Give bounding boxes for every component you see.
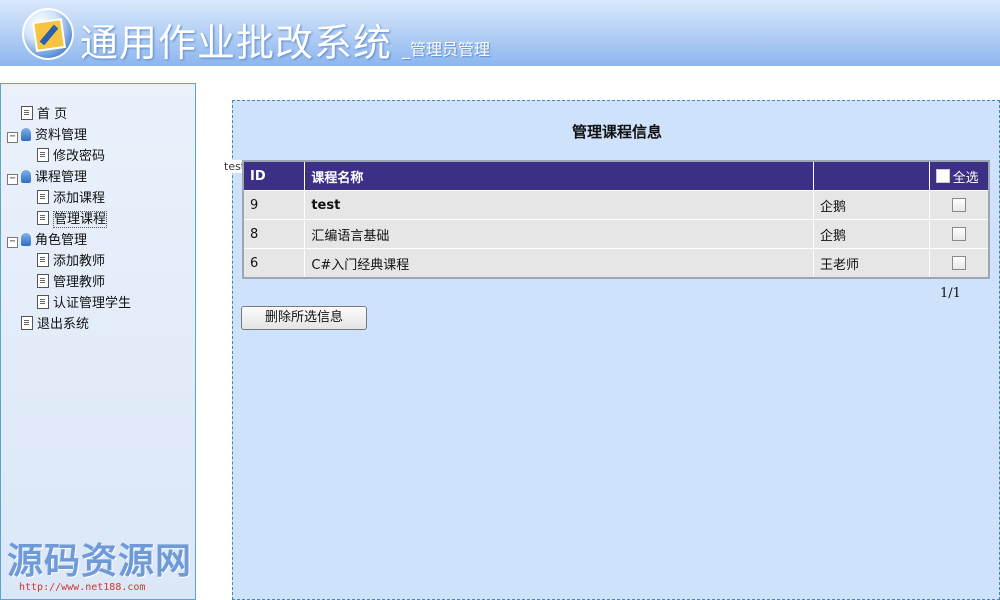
table-row: 9 test 企鹅: [242, 190, 990, 220]
sidebar-item-label: 修改密码: [53, 149, 106, 164]
sidebar-item-add-teacher[interactable]: 添加教师: [7, 251, 131, 272]
folder-icon: [21, 233, 31, 246]
row-checkbox[interactable]: [951, 198, 966, 212]
sidebar-item-verify-students[interactable]: 认证管理学生: [7, 293, 131, 314]
collapse-toggle-icon[interactable]: −: [7, 237, 18, 248]
course-table: ID 课程名称 全选 9 test 企鹅 8 汇编语言基础 企鹅 6 C#入门经…: [242, 160, 990, 279]
column-header-select-all: 全选: [928, 160, 990, 191]
sidebar-item-label: 首 页: [37, 107, 68, 122]
delete-selected-button[interactable]: 删除所选信息: [241, 306, 367, 330]
document-icon: [37, 274, 49, 288]
table-header-row: ID 课程名称 全选: [242, 160, 990, 191]
collapse-toggle-icon[interactable]: −: [7, 174, 18, 185]
select-all-checkbox[interactable]: [935, 168, 950, 183]
document-icon: [37, 295, 49, 309]
sidebar-group-courses[interactable]: − 课程管理: [7, 167, 131, 188]
cell-select: [928, 248, 990, 279]
sidebar: 首 页 − 资料管理 修改密码 − 课程管理 添加课程 管理课程 − 角色管理 添加教…: [0, 83, 196, 600]
cell-id: 8: [242, 219, 306, 249]
sidebar-item-label: 添加教师: [53, 254, 106, 269]
sidebar-item-label: 角色管理: [35, 233, 88, 248]
sidebar-item-manage-teachers[interactable]: 管理教师: [7, 272, 131, 293]
table-row: 6 C#入门经典课程 王老师: [242, 248, 990, 279]
app-subtitle: _管理员管理: [402, 40, 491, 59]
page-title: 管理课程信息: [571, 123, 662, 141]
document-icon: [21, 106, 33, 120]
folder-icon: [21, 170, 31, 183]
nav-tree: 首 页 − 资料管理 修改密码 − 课程管理 添加课程 管理课程 − 角色管理 添加教…: [7, 104, 131, 335]
cell-teacher: 企鹅: [813, 190, 930, 220]
sidebar-item-label: 管理教师: [53, 275, 106, 290]
stray-label: test: [224, 160, 242, 173]
pagination-indicator: 1/1: [940, 286, 961, 301]
watermark-text: 源码资源网: [7, 541, 193, 582]
document-icon: [37, 253, 49, 267]
table-row: 8 汇编语言基础 企鹅: [242, 219, 990, 249]
cell-select: [928, 190, 990, 220]
sidebar-item-logout[interactable]: 退出系统: [7, 314, 131, 335]
sidebar-group-profile[interactable]: − 资料管理: [7, 125, 131, 146]
row-checkbox[interactable]: [951, 256, 966, 270]
cell-teacher: 企鹅: [813, 219, 930, 249]
document-icon: [37, 148, 49, 162]
cell-teacher: 王老师: [813, 248, 930, 279]
sidebar-item-label: 添加课程: [53, 191, 106, 206]
sidebar-item-home[interactable]: 首 页: [7, 104, 131, 125]
sidebar-group-roles[interactable]: − 角色管理: [7, 230, 131, 251]
collapse-toggle-icon[interactable]: −: [7, 132, 18, 143]
cell-select: [928, 219, 990, 249]
cell-name: C#入门经典课程: [304, 248, 815, 279]
select-all-label: 全选: [952, 170, 979, 186]
cell-id: 9: [242, 190, 306, 220]
cell-name: test: [304, 190, 815, 220]
sidebar-item-label: 课程管理: [35, 170, 88, 185]
cell-id: 6: [242, 248, 306, 279]
app-title: 通用作业批改系统: [80, 21, 393, 65]
row-checkbox[interactable]: [951, 227, 966, 241]
app-header: 通用作业批改系统 _管理员管理: [0, 0, 1000, 66]
sidebar-item-label: 退出系统: [37, 317, 90, 332]
watermark-url: http://www.net188.com: [19, 582, 146, 593]
column-header-name: 课程名称: [304, 160, 815, 191]
document-icon: [21, 316, 33, 330]
sidebar-item-label: 认证管理学生: [53, 296, 132, 311]
folder-icon: [21, 128, 31, 141]
app-logo-icon: [22, 8, 74, 60]
cell-name: 汇编语言基础: [304, 219, 815, 249]
column-header-id: ID: [242, 160, 306, 191]
document-icon: [37, 211, 49, 225]
sidebar-item-add-course[interactable]: 添加课程: [7, 188, 131, 209]
sidebar-item-label: 资料管理: [35, 128, 88, 143]
sidebar-item-manage-courses[interactable]: 管理课程: [7, 209, 131, 230]
sidebar-item-label: 管理课程: [53, 211, 108, 228]
document-icon: [37, 190, 49, 204]
column-header-teacher: [813, 160, 930, 191]
sidebar-item-change-password[interactable]: 修改密码: [7, 146, 131, 167]
